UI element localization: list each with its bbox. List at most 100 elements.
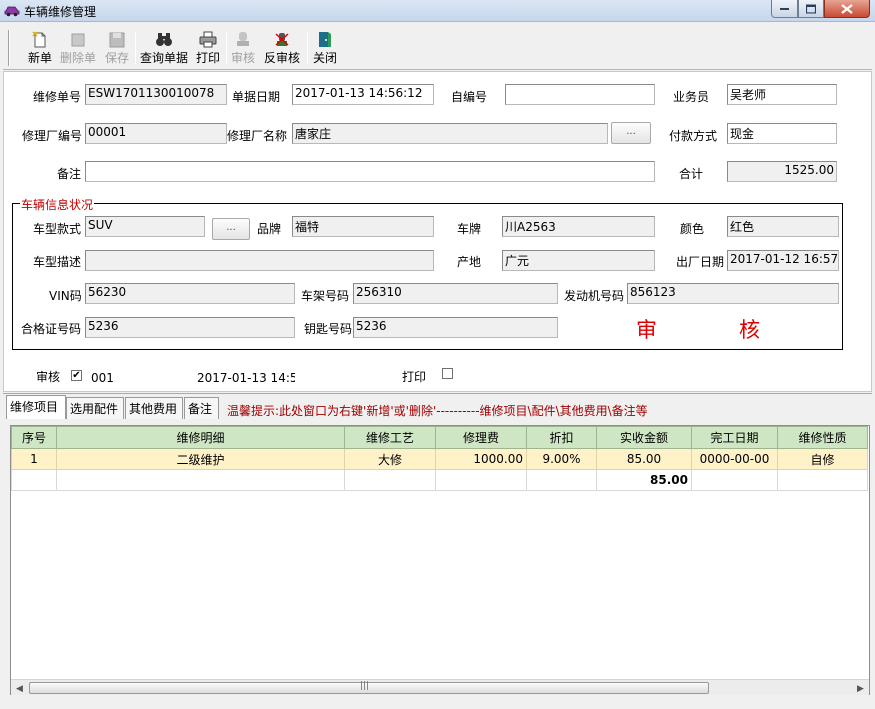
desc-field[interactable] (85, 250, 434, 271)
col-header-fee[interactable]: 修理费 (435, 426, 527, 449)
new-button[interactable]: 新单 (25, 29, 55, 67)
grip-icon: ||| (360, 681, 370, 691)
repair-items-grid: 序号 维修明细 维修工艺 修理费 折扣 实收金额 完工日期 维修性质 1 二级维… (10, 425, 870, 695)
key-field[interactable]: 5236 (353, 317, 558, 338)
minimize-icon (779, 7, 789, 10)
brand-field[interactable]: 福特 (292, 216, 434, 237)
window-title: 车辆维修管理 (24, 5, 97, 19)
tab-parts[interactable]: 选用配件 (66, 397, 124, 419)
factory-no-label: 修理厂编号 (22, 129, 83, 143)
new-document-icon (32, 31, 46, 48)
col-header-discount[interactable]: 折扣 (526, 426, 597, 449)
factory-name-label: 修理厂名称 (227, 129, 288, 143)
plate-field[interactable]: 川A2563 (502, 216, 655, 237)
desc-label: 车型描述 (33, 255, 82, 269)
salesman-field[interactable]: 吴老师 (727, 84, 837, 105)
tab-repair-items[interactable]: 维修项目 (6, 395, 66, 419)
self-no-field[interactable] (505, 84, 655, 105)
toolbar-grip[interactable] (8, 30, 10, 66)
delete-icon (71, 33, 85, 47)
vin-field[interactable]: 56230 (85, 283, 295, 304)
total-row: 85.00 (11, 469, 868, 491)
model-field[interactable]: SUV (85, 216, 205, 237)
col-header-seq[interactable]: 序号 (11, 426, 57, 449)
repair-items-table: 序号 维修明细 维修工艺 修理费 折扣 实收金额 完工日期 维修性质 1 二级维… (11, 426, 868, 491)
order-form-panel: 维修单号 ESW1701130010078 单据日期 2017-01-13 14… (3, 71, 872, 392)
printer-icon (199, 31, 217, 48)
close-icon (841, 3, 853, 14)
self-no-label: 自编号 (451, 90, 488, 104)
cert-field[interactable]: 5236 (85, 317, 295, 338)
scroll-right-icon[interactable]: ▶ (857, 684, 864, 694)
unaudit-button[interactable]: 反审核 (262, 29, 302, 67)
hint-text: 温馨提示:此处窗口为右键'新增'或'删除'----------维修项目\配件\其… (227, 404, 648, 418)
key-label: 钥匙号码 (304, 322, 353, 336)
print-status-label: 打印 (402, 370, 427, 384)
cell-discount[interactable]: 9.00% (526, 448, 597, 470)
maximize-button[interactable] (798, 0, 824, 18)
minimize-button[interactable] (771, 0, 798, 18)
horizontal-scrollbar[interactable]: ◀ ||| ▶ (11, 679, 869, 695)
audit-button[interactable]: 审核 (229, 29, 257, 67)
remark-field[interactable] (85, 161, 655, 182)
cell-nature[interactable]: 自修 (777, 448, 868, 470)
engine-field[interactable]: 856123 (627, 283, 839, 304)
close-button[interactable]: 关闭 (311, 29, 339, 67)
color-field[interactable]: 红色 (727, 216, 839, 237)
remark-label: 备注 (57, 167, 82, 181)
frame-field[interactable]: 256310 (353, 283, 558, 304)
col-header-detail[interactable]: 维修明细 (56, 426, 345, 449)
cell-seq[interactable]: 1 (11, 448, 57, 470)
query-button[interactable]: 查询单据 (139, 29, 189, 67)
plate-label: 车牌 (457, 222, 482, 236)
save-button[interactable]: 保存 (103, 29, 131, 67)
cell-process[interactable]: 大修 (344, 448, 436, 470)
date-field[interactable]: 2017-01-13 14:56:12 (292, 84, 434, 105)
order-no-field[interactable]: ESW1701130010078 (85, 84, 227, 105)
cell-fee[interactable]: 1000.00 (435, 448, 527, 470)
print-checkbox[interactable] (442, 368, 453, 379)
factory-lookup-button[interactable]: ... (611, 122, 651, 144)
unaudit-icon (275, 33, 289, 46)
payment-field[interactable]: 现金 (727, 123, 837, 144)
col-header-actual[interactable]: 实收金额 (596, 426, 692, 449)
cell-detail[interactable]: 二级维护 (56, 448, 345, 470)
car-icon (4, 6, 20, 17)
vin-label: VIN码 (49, 289, 82, 303)
scroll-thumb[interactable]: ||| (29, 681, 709, 694)
exit-door-icon (319, 32, 331, 47)
col-header-finish-date[interactable]: 完工日期 (691, 426, 778, 449)
total-label: 合计 (679, 167, 704, 181)
factory-date-label: 出厂日期 (676, 255, 725, 269)
print-button[interactable]: 打印 (194, 29, 222, 67)
close-window-button[interactable] (824, 0, 870, 18)
col-header-process[interactable]: 维修工艺 (344, 426, 436, 449)
grid-header-row: 序号 维修明细 维修工艺 修理费 折扣 实收金额 完工日期 维修性质 (11, 426, 868, 449)
salesman-label: 业务员 (673, 90, 710, 104)
audit-time: 2017-01-13 14:56 (197, 371, 295, 385)
audit-code: 001 (91, 371, 114, 385)
delete-button[interactable]: 删除单 (58, 29, 98, 67)
maximize-icon (806, 4, 816, 13)
model-lookup-button[interactable]: ... (212, 218, 250, 240)
factory-name-field[interactable]: 唐家庄 (292, 123, 608, 144)
binoculars-icon (156, 33, 172, 46)
table-row[interactable]: 1 二级维护 大修 1000.00 9.00% 85.00 0000-00-00… (11, 448, 868, 470)
cell-finish-date[interactable]: 0000-00-00 (691, 448, 778, 470)
audit-label: 审核 (36, 370, 61, 384)
origin-field[interactable]: 广元 (502, 250, 655, 271)
toolbar-separator (135, 32, 136, 64)
audit-stamp-char-2: 核 (739, 318, 760, 342)
cell-actual[interactable]: 85.00 (596, 448, 692, 470)
total-field: 1525.00 (727, 161, 837, 182)
factory-no-field[interactable]: 00001 (85, 123, 227, 144)
factory-date-field[interactable]: 2017-01-12 16:57:1 (727, 250, 839, 271)
title-bar: 车辆维修管理 (0, 0, 875, 22)
tab-other-fees[interactable]: 其他费用 (125, 397, 183, 419)
scroll-left-icon[interactable]: ◀ (16, 684, 23, 694)
cert-label: 合格证号码 (21, 322, 82, 336)
tab-remarks[interactable]: 备注 (184, 397, 219, 419)
audit-checkbox[interactable]: ✔ (71, 370, 82, 381)
col-header-nature[interactable]: 维修性质 (777, 426, 868, 449)
toolbar-separator (226, 32, 227, 64)
